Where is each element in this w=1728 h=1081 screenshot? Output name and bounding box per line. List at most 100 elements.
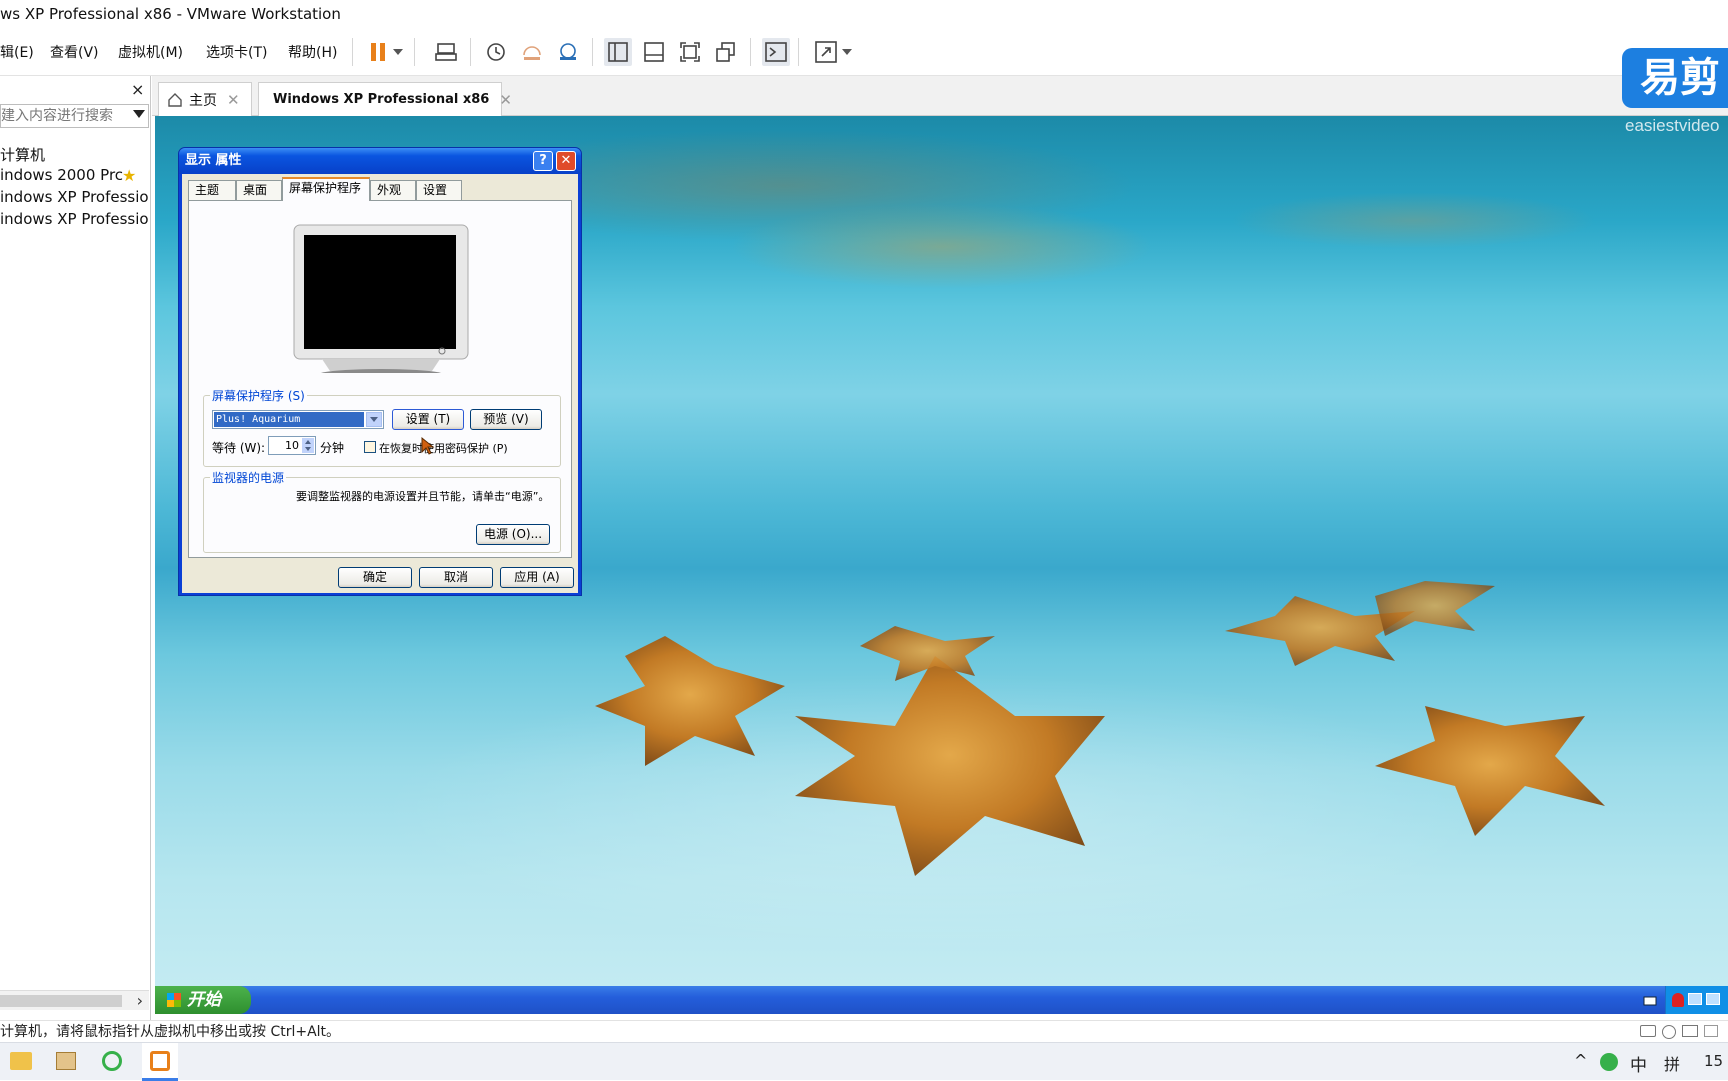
power-description: 要调整监视器的电源设置并且节能，请单击“电源”。 bbox=[296, 490, 550, 503]
tab-themes[interactable]: 主题 bbox=[188, 180, 236, 200]
library-view-icon[interactable] bbox=[604, 38, 632, 66]
spin-arrows-icon[interactable] bbox=[302, 438, 314, 453]
send-keys-icon[interactable] bbox=[432, 38, 460, 66]
tab-settings[interactable]: 设置 bbox=[416, 180, 462, 200]
ime-mode[interactable]: 拼 bbox=[1664, 1051, 1680, 1075]
tab-label: 主页 bbox=[189, 92, 217, 109]
wait-unit: 分钟 bbox=[320, 441, 345, 455]
start-label: 开始 bbox=[187, 990, 221, 1010]
watermark-logo: 易剪 bbox=[1622, 48, 1728, 108]
host-taskbar: ^ 中 拼 15 bbox=[0, 1042, 1728, 1081]
close-icon[interactable]: × bbox=[131, 80, 144, 99]
snapshot-icon[interactable] bbox=[482, 38, 510, 66]
tab-desktop[interactable]: 桌面 bbox=[236, 180, 282, 200]
settings-button[interactable]: 设置 (T) bbox=[392, 409, 464, 430]
unity-icon[interactable] bbox=[712, 38, 740, 66]
snapshot-manager-icon[interactable] bbox=[554, 38, 582, 66]
dialog-body: 主题 桌面 屏幕保护程序 外观 设置 屏幕保护程序 (S) Plus! Aqua… bbox=[182, 174, 578, 593]
stretch-icon[interactable] bbox=[812, 38, 840, 66]
stretch-dropdown-icon[interactable] bbox=[840, 38, 854, 66]
group-title: 屏幕保护程序 (S) bbox=[210, 387, 307, 404]
status-bar: 计算机，请将鼠标指针从虚拟机中移出或按 Ctrl+Alt。 bbox=[0, 1020, 1728, 1042]
power-button[interactable]: 电源 (O)... bbox=[476, 524, 550, 545]
vmware-icon bbox=[150, 1051, 170, 1071]
tab-vm[interactable]: Windows XP Professional x86 ✕ bbox=[258, 82, 512, 116]
browser-icon[interactable] bbox=[102, 1051, 122, 1071]
menu-vm[interactable]: 虚拟机(M) bbox=[118, 42, 183, 62]
library-panel: × 建入内容进行搜索 计算机 indows 2000 Prc ★ indows … bbox=[0, 76, 151, 1020]
menu-tabs[interactable]: 选项卡(T) bbox=[206, 42, 267, 62]
screensaver-select[interactable]: Plus! Aquarium bbox=[212, 410, 384, 429]
menu-help[interactable]: 帮助(H) bbox=[288, 42, 337, 62]
group-title: 监视器的电源 bbox=[210, 469, 287, 486]
favorite-star-icon: ★ bbox=[122, 166, 137, 184]
display-properties-dialog: 显示 属性 ? ✕ 主题 桌面 屏幕保护程序 外观 设置 屏幕保护程序 (S) … bbox=[178, 147, 582, 596]
password-checkbox-label: 在恢复时使用密码保护 (P) bbox=[379, 442, 508, 455]
menu-edit[interactable]: 辑(E) bbox=[0, 42, 34, 62]
library-search-input[interactable]: 建入内容进行搜索 bbox=[0, 104, 149, 128]
fullscreen-icon[interactable] bbox=[676, 38, 704, 66]
close-icon[interactable]: ✕ bbox=[227, 91, 240, 109]
xp-taskbar: 开始 bbox=[155, 986, 1728, 1014]
clock[interactable]: 15 bbox=[1704, 1052, 1723, 1070]
shield-icon[interactable] bbox=[1672, 993, 1684, 1007]
library-item[interactable]: indows 2000 Prc ★ bbox=[0, 166, 149, 184]
chevron-down-icon[interactable] bbox=[366, 412, 382, 427]
close-button[interactable]: ✕ bbox=[556, 151, 576, 171]
window-title: ws XP Professional x86 - VMware Workstat… bbox=[0, 0, 1728, 28]
start-button[interactable]: 开始 bbox=[155, 986, 251, 1014]
ok-button[interactable]: 确定 bbox=[338, 567, 412, 588]
tab-home[interactable]: 主页 ✕ bbox=[158, 82, 252, 116]
console-icon[interactable] bbox=[762, 38, 790, 66]
tab-label: Windows XP Professional x86 bbox=[273, 92, 490, 107]
library-item[interactable]: 计算机 bbox=[0, 144, 149, 165]
ime-language[interactable]: 中 bbox=[1630, 1051, 1647, 1076]
media-app-icon[interactable] bbox=[56, 1052, 76, 1070]
watermark-subtext: easiestvideo bbox=[1625, 116, 1720, 135]
pause-icon[interactable] bbox=[364, 38, 392, 66]
file-explorer-icon[interactable] bbox=[10, 1052, 32, 1070]
select-value: Plus! Aquarium bbox=[214, 412, 364, 427]
network-icon[interactable] bbox=[1706, 993, 1720, 1005]
network-icon[interactable] bbox=[1688, 993, 1702, 1005]
screensaver-group: 屏幕保护程序 (S) Plus! Aquarium 设置 (T) 预览 (V) … bbox=[203, 387, 561, 467]
password-checkbox[interactable] bbox=[364, 441, 376, 453]
monitor-preview bbox=[293, 224, 469, 373]
usb-icon[interactable] bbox=[1704, 1025, 1718, 1037]
windows-flag-icon bbox=[167, 993, 181, 1007]
tab-appearance[interactable]: 外观 bbox=[370, 180, 416, 200]
close-icon[interactable]: ✕ bbox=[499, 91, 512, 109]
tab-screensaver[interactable]: 屏幕保护程序 bbox=[282, 177, 370, 201]
hdd-icon[interactable] bbox=[1640, 1025, 1656, 1037]
network-icon[interactable] bbox=[1682, 1025, 1698, 1037]
dropdown-icon[interactable] bbox=[390, 38, 406, 66]
horizontal-scrollbar[interactable]: › bbox=[0, 990, 149, 1010]
chevron-down-icon[interactable] bbox=[133, 110, 145, 121]
keyboard-icon[interactable] bbox=[1643, 993, 1657, 1007]
system-tray bbox=[1665, 986, 1728, 1014]
cdrom-icon[interactable] bbox=[1662, 1025, 1676, 1039]
vmware-taskbar-button[interactable] bbox=[142, 1043, 178, 1081]
dialog-titlebar[interactable]: 显示 属性 ? ✕ bbox=[179, 148, 581, 174]
preview-button[interactable]: 预览 (V) bbox=[470, 409, 542, 430]
thumbnail-view-icon[interactable] bbox=[640, 38, 668, 66]
revert-snapshot-icon[interactable] bbox=[518, 38, 546, 66]
wait-stepper[interactable]: 10 bbox=[268, 436, 316, 455]
chevron-up-icon[interactable]: ^ bbox=[1574, 1051, 1587, 1070]
monitor-power-group: 监视器的电源 要调整监视器的电源设置并且节能，请单击“电源”。 电源 (O)..… bbox=[203, 469, 561, 553]
tab-page: 屏幕保护程序 (S) Plus! Aquarium 设置 (T) 预览 (V) … bbox=[188, 200, 572, 558]
app-tray-icon[interactable] bbox=[1600, 1053, 1618, 1071]
wait-label: 等待 (W): bbox=[212, 441, 266, 455]
chevron-right-icon[interactable]: › bbox=[137, 991, 143, 1010]
help-button[interactable]: ? bbox=[533, 151, 553, 171]
dialog-title: 显示 属性 bbox=[185, 153, 242, 168]
menu-view[interactable]: 查看(V) bbox=[50, 42, 99, 62]
library-item[interactable]: indows XP Professior bbox=[0, 210, 149, 228]
apply-button[interactable]: 应用 (A) bbox=[500, 567, 574, 588]
cursor-icon bbox=[421, 436, 435, 455]
library-item[interactable]: indows XP Professior bbox=[0, 188, 149, 206]
status-text: 计算机，请将鼠标指针从虚拟机中移出或按 Ctrl+Alt。 bbox=[0, 1024, 341, 1040]
cancel-button[interactable]: 取消 bbox=[419, 567, 493, 588]
menu-toolbar: 辑(E) 查看(V) 虚拟机(M) 选项卡(T) 帮助(H) bbox=[0, 28, 1728, 76]
tab-strip: 主页 ✕ Windows XP Professional x86 ✕ bbox=[152, 76, 1728, 116]
